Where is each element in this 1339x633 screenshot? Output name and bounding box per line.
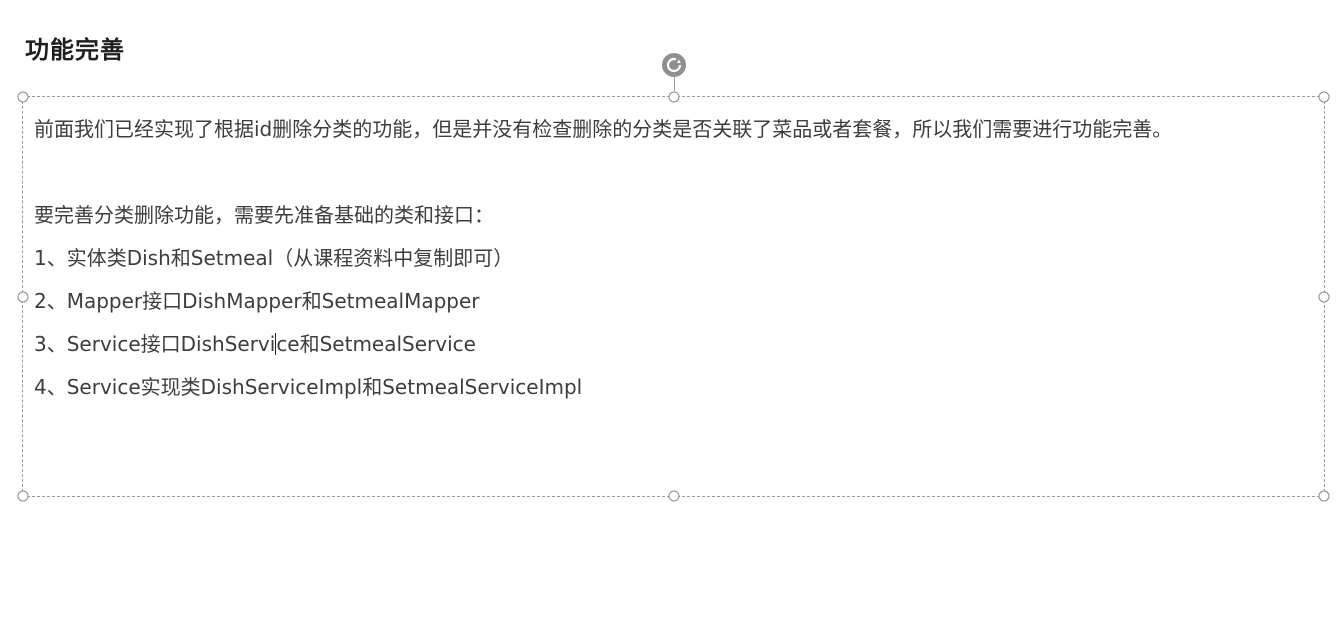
slide-title: 功能完善: [25, 36, 125, 64]
resize-handle-middle-left[interactable]: [17, 291, 29, 302]
slide-canvas: 功能完善 前面我们已经实现了根据id删除分类的功能，但是并没有检查删除的分类是否…: [0, 0, 1339, 633]
intro-paragraph: 前面我们已经实现了根据id删除分类的功能，但是并没有检查删除的分类是否关联了菜品…: [34, 117, 1173, 141]
resize-handle-bottom-right[interactable]: [1318, 490, 1330, 502]
list-item-3: 3、Service接口DishService和SetmealService: [34, 323, 1309, 366]
resize-handle-bottom-left[interactable]: [17, 490, 29, 502]
rotate-icon[interactable]: [662, 53, 686, 77]
resize-handle-top-center[interactable]: [668, 91, 679, 103]
resize-handle-bottom-center[interactable]: [668, 490, 679, 502]
list-item-3-before-caret: 3、Service接口DishServi: [34, 332, 276, 356]
resize-handle-top-left[interactable]: [17, 91, 29, 103]
list-item-3-after-caret: ce和SetmealService: [276, 332, 476, 356]
list-item-2: 2、Mapper接口DishMapper和SetmealMapper: [34, 289, 480, 313]
list-item-1: 1、实体类Dish和Setmeal（从课程资料中复制即可）: [34, 246, 514, 270]
resize-handle-middle-right[interactable]: [1318, 291, 1330, 302]
list-item-4: 4、Service实现类DishServiceImpl和SetmealServi…: [34, 375, 583, 399]
text-box-content[interactable]: 前面我们已经实现了根据id删除分类的功能，但是并没有检查删除的分类是否关联了菜品…: [34, 108, 1309, 409]
prep-line: 要完善分类删除功能，需要先准备基础的类和接口：: [34, 203, 494, 227]
resize-handle-top-right[interactable]: [1318, 91, 1330, 103]
